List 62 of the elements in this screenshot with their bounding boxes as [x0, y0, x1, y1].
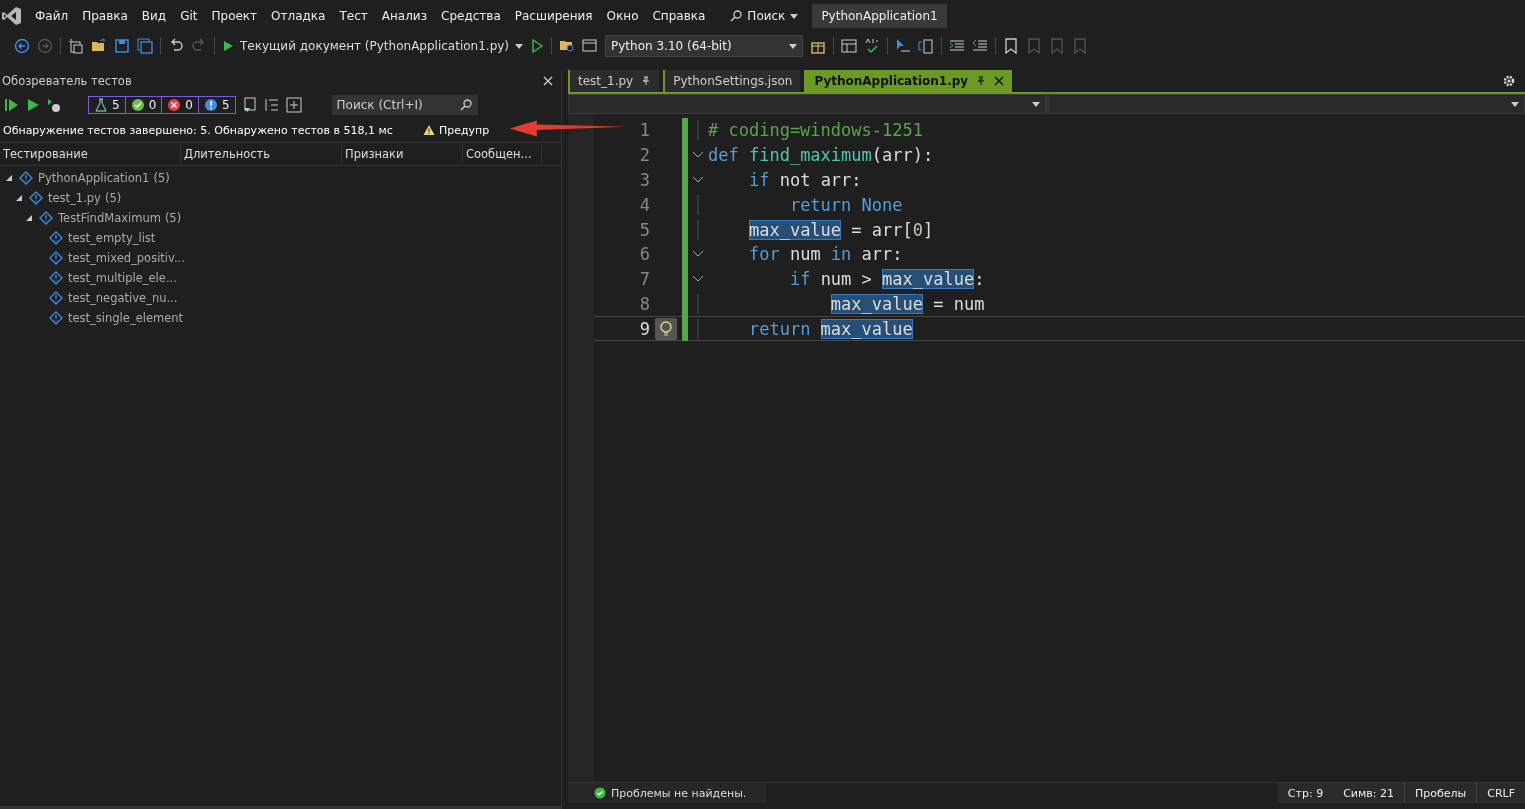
- test-name[interactable]: test_1.py: [48, 191, 101, 205]
- line-number: 9: [638, 318, 650, 339]
- menu-item[interactable]: Окно: [599, 9, 646, 23]
- test-name[interactable]: test_single_element: [68, 311, 184, 325]
- column-header[interactable]: Сообщен...: [463, 145, 542, 163]
- code-line: if not arr:: [747, 170, 862, 190]
- menu-item[interactable]: Справка: [645, 9, 713, 23]
- line-number: 6: [638, 244, 650, 265]
- test-name[interactable]: test_negative_nu...: [68, 291, 178, 305]
- menu-item[interactable]: Тест: [332, 9, 375, 23]
- code-line: for num in arr:: [747, 244, 903, 265]
- editor-tab[interactable]: test_1.py: [568, 70, 660, 92]
- menu-item[interactable]: Расширения: [507, 9, 600, 23]
- line-number: 2: [638, 145, 650, 166]
- test-name[interactable]: test_mixed_positiv...: [68, 251, 185, 265]
- code-line: return None: [788, 194, 903, 215]
- editor-tab[interactable]: PythonSettings.json: [663, 70, 801, 92]
- code-line: # coding=windows-1251: [708, 120, 923, 141]
- menu-item[interactable]: Средства: [434, 9, 508, 23]
- column-header[interactable]: Длительность: [181, 145, 342, 163]
- solution-name: PythonApplication1: [812, 4, 947, 28]
- test-name[interactable]: test_multiple_ele...: [68, 271, 177, 285]
- test-count-filter[interactable]: 0: [125, 97, 163, 113]
- interpreter-dropdown[interactable]: Python 3.10 (64-bit): [605, 35, 804, 57]
- panel-title: Обозреватель тестов: [2, 74, 132, 88]
- line-number: 5: [638, 219, 650, 240]
- line-indicator[interactable]: Стр: 9: [1277, 783, 1334, 803]
- test-count: (5): [104, 191, 122, 205]
- code-line: if num > max_value:: [788, 269, 985, 290]
- line-number: 3: [638, 170, 650, 190]
- line-number: 8: [638, 293, 650, 314]
- line-number: 1: [638, 120, 650, 141]
- code-line: def find_maximum(arr):: [708, 145, 934, 166]
- warning-filter[interactable]: Предупр: [438, 123, 490, 137]
- test-count: (5): [153, 171, 170, 185]
- code-line: max_value = num: [829, 293, 985, 314]
- test-name[interactable]: test_empty_list: [68, 231, 156, 245]
- menu-item[interactable]: Git: [173, 9, 205, 23]
- test-name[interactable]: TestFindMaximum: [58, 211, 161, 225]
- test-name[interactable]: PythonApplication1: [38, 171, 150, 185]
- line-ending-indicator[interactable]: CRLF: [1477, 783, 1525, 803]
- menu-item[interactable]: Проект: [204, 9, 265, 23]
- search-menu-button[interactable]: Поиск: [722, 9, 807, 23]
- test-count-filter[interactable]: 5: [89, 97, 126, 113]
- column-header[interactable]: Тестирование: [0, 145, 181, 163]
- menu-item[interactable]: Файл: [28, 9, 76, 23]
- start-button[interactable]: Текущий документ (PythonApplication1.py): [222, 39, 524, 53]
- line-number: 4: [638, 194, 650, 215]
- status-message: Обнаружение тестов завершено: 5. Обнаружено тестов в 518,1 мс: [3, 123, 393, 137]
- menu-item[interactable]: Анализ: [374, 9, 435, 23]
- menu-item[interactable]: Отладка: [264, 9, 333, 23]
- search-field[interactable]: Поиск (Ctrl+I): [331, 95, 478, 115]
- test-count: (5): [164, 211, 182, 225]
- test-count-filter[interactable]: 0: [162, 97, 199, 113]
- indent-indicator[interactable]: Пробелы: [1403, 783, 1478, 803]
- editor-tab[interactable]: PythonApplication1.py: [804, 70, 1013, 92]
- column-indicator[interactable]: Симв: 21: [1333, 783, 1404, 803]
- line-number: 7: [638, 269, 650, 290]
- column-header[interactable]: Признаки: [342, 145, 463, 163]
- menu-item[interactable]: Правка: [75, 9, 135, 23]
- menu-item[interactable]: Вид: [134, 9, 174, 23]
- test-count-filter[interactable]: 5: [198, 97, 235, 113]
